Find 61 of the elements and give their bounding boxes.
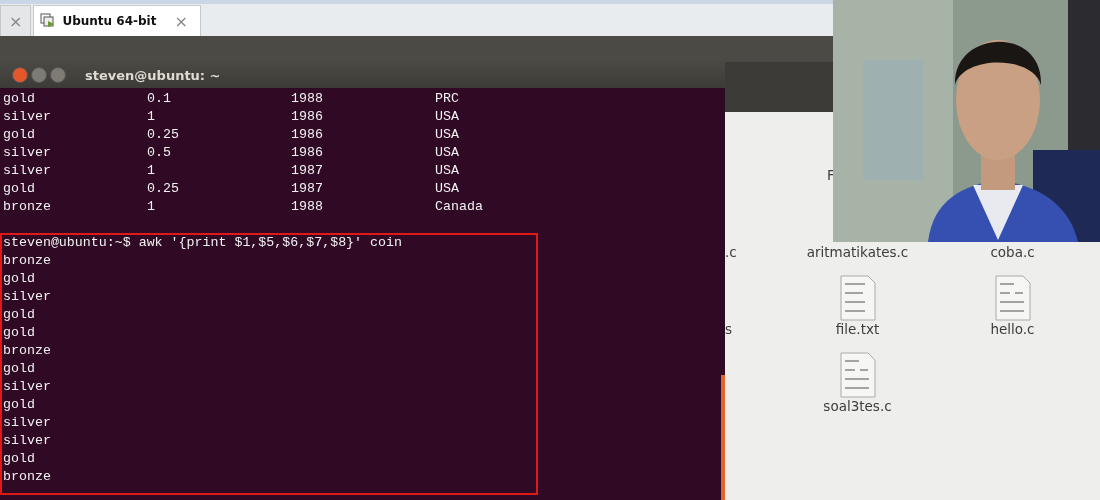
file-name[interactable]: s xyxy=(725,321,733,337)
file-name[interactable]: file.txt xyxy=(835,321,880,337)
terminal-text: bronze xyxy=(3,342,51,360)
terminal-text: 1988 xyxy=(291,198,324,216)
terminal-text: 0.1 xyxy=(147,90,172,108)
maximize-icon[interactable] xyxy=(50,67,66,83)
terminal-text: silver xyxy=(3,108,52,126)
minimize-icon[interactable] xyxy=(31,67,47,83)
terminal-text: silver xyxy=(3,414,51,432)
terminal-text: 1 xyxy=(147,108,156,126)
binary-file-icon[interactable] xyxy=(994,275,1031,321)
terminal-text: gold xyxy=(3,90,36,108)
terminal-text: PRC xyxy=(435,90,460,108)
terminal-text: 1988 xyxy=(291,90,324,108)
file-name[interactable]: coba.c xyxy=(990,244,1035,260)
terminal-text: bronze xyxy=(3,198,52,216)
scrollbar[interactable] xyxy=(721,375,725,500)
terminal-text: silver xyxy=(3,378,51,396)
terminal-text: gold xyxy=(3,126,36,144)
virtual-machine-icon xyxy=(40,13,57,29)
file-name[interactable]: .c xyxy=(725,244,737,260)
window-title: steven@ubuntu: ~ xyxy=(85,67,221,83)
terminal-text: USA xyxy=(435,162,460,180)
terminal-text: Canada xyxy=(435,198,484,216)
terminal-text: 0.25 xyxy=(147,180,180,198)
terminal-text: gold xyxy=(3,324,35,342)
file-name[interactable]: hello.c xyxy=(990,321,1035,337)
terminal-text: USA xyxy=(435,126,460,144)
terminal-command: steven@ubuntu:~$ awk '{print $1,$5,$6,$7,$8}' coin xyxy=(3,234,402,252)
terminal-text: 1 xyxy=(147,162,156,180)
file-name[interactable]: aritmatikates.c xyxy=(806,244,909,260)
tab-label: Ubuntu 64-bit xyxy=(62,14,157,28)
terminal-text: silver xyxy=(3,162,52,180)
terminal-text: 1986 xyxy=(291,126,324,144)
terminal-text: USA xyxy=(435,144,460,162)
binary-file-icon[interactable] xyxy=(839,352,876,398)
close-icon[interactable] xyxy=(12,67,28,83)
terminal-text: silver xyxy=(3,288,51,306)
terminal-text: 1986 xyxy=(291,144,324,162)
terminal-text: gold xyxy=(3,270,35,288)
tab[interactable]: Ubuntu 64-bit × xyxy=(33,5,201,36)
terminal-text: bronze xyxy=(3,252,51,270)
terminal-text: 0.5 xyxy=(147,144,172,162)
terminal-text: silver xyxy=(3,144,52,162)
close-icon[interactable]: × xyxy=(174,11,188,31)
terminal-text: gold xyxy=(3,450,35,468)
terminal-text: 1986 xyxy=(291,108,324,126)
terminal-text: 1 xyxy=(147,198,156,216)
terminal-text: gold xyxy=(3,396,35,414)
terminal-text: 0.25 xyxy=(147,126,180,144)
terminal-text: USA xyxy=(435,180,460,198)
terminal-text: bronze xyxy=(3,468,51,486)
terminal-text: silver xyxy=(3,432,51,450)
file-name[interactable]: soal3tes.c xyxy=(823,398,892,414)
terminal-text: USA xyxy=(435,108,460,126)
terminal-text: gold xyxy=(3,306,35,324)
terminal-text: gold xyxy=(3,180,36,198)
terminal-text: 1987 xyxy=(291,180,324,198)
text-file-icon[interactable] xyxy=(839,275,876,321)
terminal-text: gold xyxy=(3,360,35,378)
terminal-text: 1987 xyxy=(291,162,324,180)
